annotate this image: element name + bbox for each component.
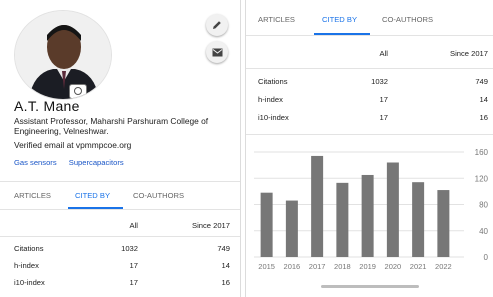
row-label-i10-index[interactable]: i10-index xyxy=(14,278,45,287)
citations-since: 749 xyxy=(217,244,230,253)
x-tick-label: 2020 xyxy=(385,262,402,271)
h-index-all: 17 xyxy=(379,95,388,104)
bar-2017[interactable] xyxy=(311,155,324,257)
h-index-all: 17 xyxy=(129,261,138,270)
citations-all: 1032 xyxy=(371,77,388,86)
column-header-all: All xyxy=(379,49,388,58)
x-tick-label: 2017 xyxy=(309,262,326,271)
citations-per-year-chart: 0 40 80 120 160 2015 2016 2017 2018 2019 2020 2021 2… xyxy=(254,148,489,271)
bar-2016[interactable] xyxy=(285,200,298,257)
i10-index-all: 17 xyxy=(129,278,138,287)
row-label-h-index[interactable]: h-index xyxy=(14,261,39,270)
chart-scrollbar[interactable] xyxy=(321,285,419,288)
h-index-since: 14 xyxy=(479,95,488,104)
y-tick-label: 40 xyxy=(479,227,488,236)
x-tick-label: 2022 xyxy=(435,262,452,271)
column-header-since: Since 2017 xyxy=(192,221,230,230)
bar-2018[interactable] xyxy=(336,182,349,257)
y-tick-label: 160 xyxy=(475,148,489,157)
y-tick-label: 0 xyxy=(484,253,489,262)
bar-2022[interactable] xyxy=(437,190,450,257)
row-label-citations[interactable]: Citations xyxy=(258,77,288,86)
h-index-since: 14 xyxy=(221,261,230,270)
i10-index-since: 16 xyxy=(221,278,230,287)
x-tick-label: 2021 xyxy=(410,262,427,271)
i10-index-since: 16 xyxy=(479,113,488,122)
column-header-all: All xyxy=(129,221,138,230)
x-tick-label: 2019 xyxy=(359,262,376,271)
divider xyxy=(246,134,493,135)
citation-stats-table: All Since 2017 Citations 1032 749 h-inde… xyxy=(0,0,240,297)
i10-index-all: 17 xyxy=(379,113,388,122)
row-label-i10-index[interactable]: i10-index xyxy=(258,113,289,122)
y-tick-label: 80 xyxy=(479,201,488,210)
row-label-h-index[interactable]: h-index xyxy=(258,95,283,104)
bar-2015[interactable] xyxy=(260,192,273,257)
citations-since: 749 xyxy=(475,77,488,86)
bar-2019[interactable] xyxy=(361,174,374,257)
y-tick-label: 120 xyxy=(475,174,489,183)
cited-by-panel: ARTICLES CITED BY CO-AUTHORS All Since 2… xyxy=(245,0,493,297)
x-tick-label: 2016 xyxy=(284,262,301,271)
column-header-since: Since 2017 xyxy=(450,49,488,58)
divider xyxy=(0,236,240,237)
bar-2020[interactable] xyxy=(386,162,399,258)
x-tick-label: 2018 xyxy=(334,262,351,271)
row-label-citations[interactable]: Citations xyxy=(14,244,44,253)
x-tick-label: 2015 xyxy=(258,262,275,271)
citations-all: 1032 xyxy=(121,244,138,253)
bar-2021[interactable] xyxy=(412,182,425,257)
divider xyxy=(246,68,493,69)
profile-panel: A.T. Mane Assistant Professor, Maharshi … xyxy=(0,0,241,297)
